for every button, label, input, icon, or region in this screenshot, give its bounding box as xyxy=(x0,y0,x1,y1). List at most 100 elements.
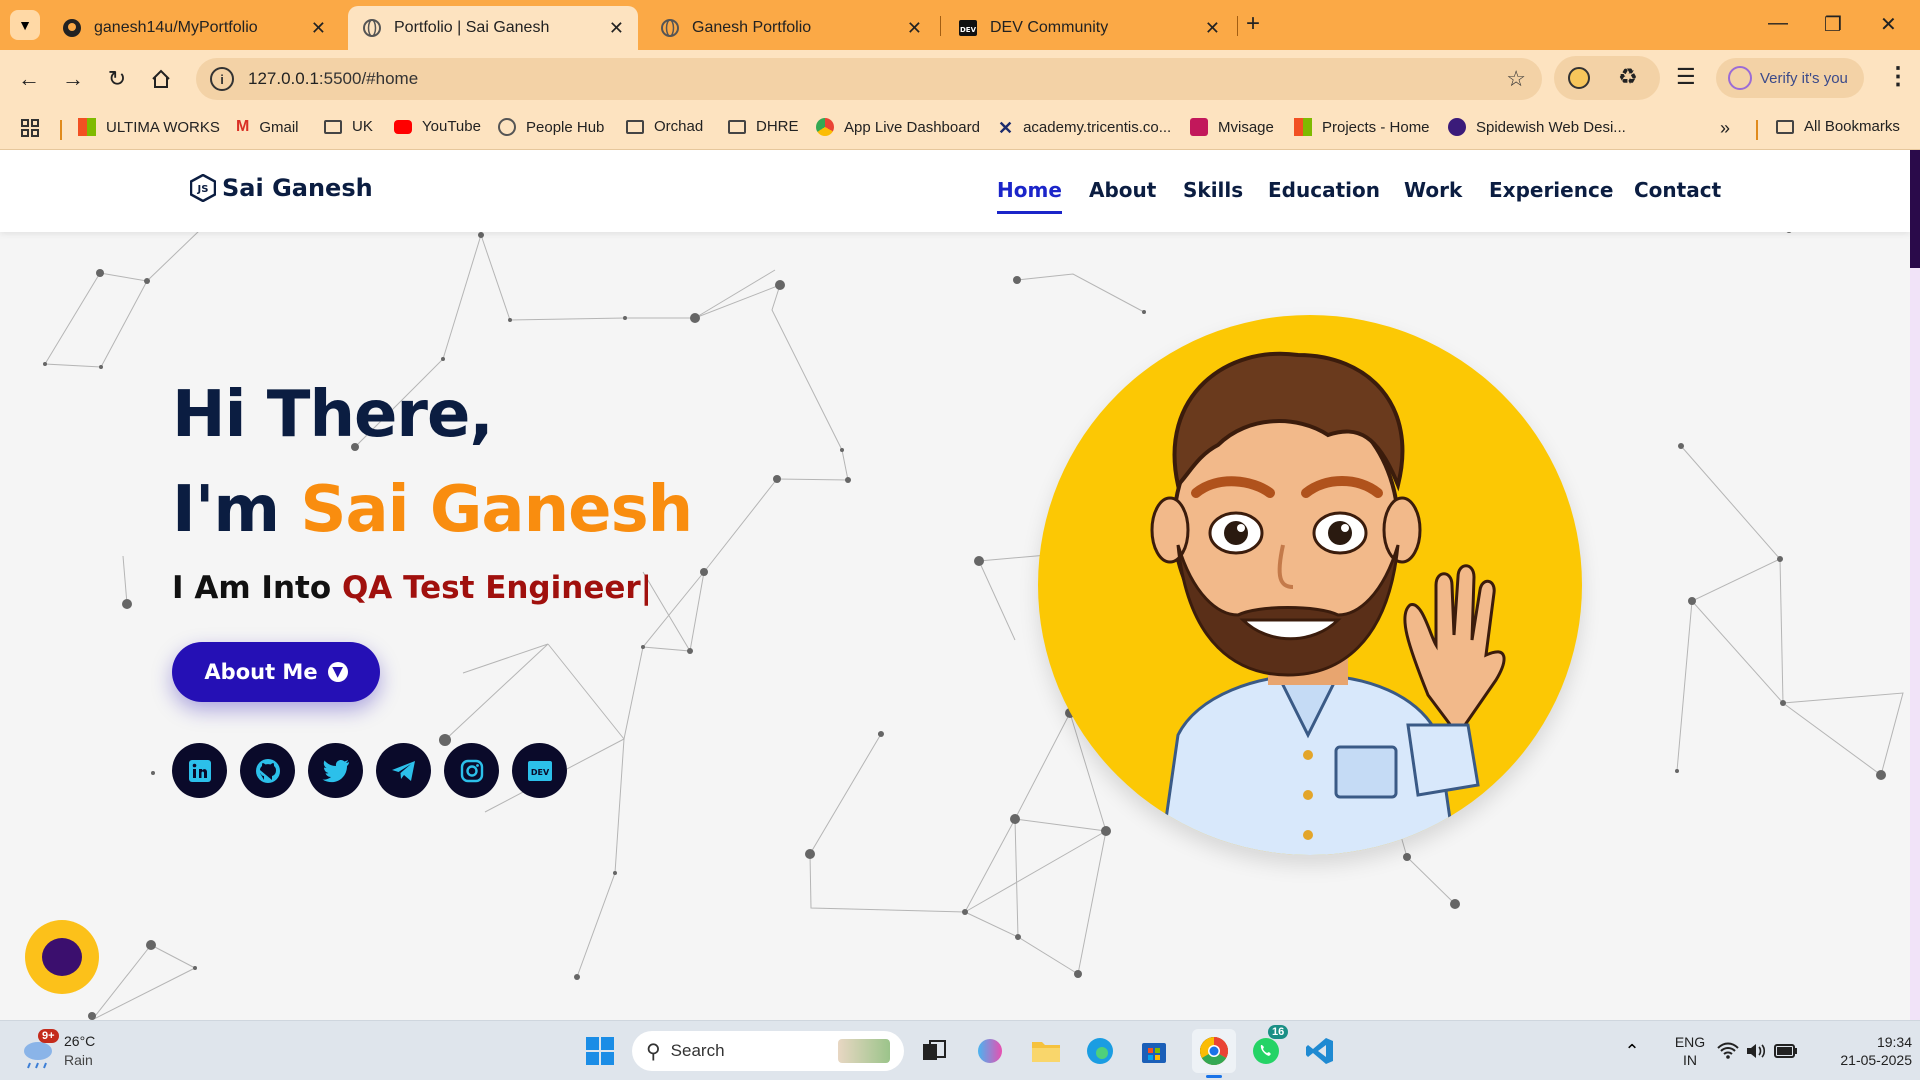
scrollbar-thumb[interactable] xyxy=(1910,150,1920,268)
new-tab-button[interactable]: + xyxy=(1246,10,1260,38)
chrome-icon xyxy=(816,118,834,136)
globe-icon xyxy=(660,18,680,38)
home-icon[interactable] xyxy=(146,64,176,94)
nav-about[interactable]: About xyxy=(1089,178,1156,202)
tab-search-button[interactable]: ▼ xyxy=(10,10,40,40)
chrome-taskbar-icon[interactable] xyxy=(1192,1029,1236,1073)
chevron-down-icon: ▼ xyxy=(18,17,32,33)
site-logo[interactable]: JS Sai Ganesh xyxy=(190,174,373,202)
about-me-button[interactable]: About Me ▼ xyxy=(172,642,380,702)
tab-dev-community[interactable]: DEV DEV Community ✕ xyxy=(944,6,1234,50)
mvisage-icon xyxy=(1190,118,1208,136)
page-scrollbar[interactable] xyxy=(1910,150,1920,1020)
battery-icon[interactable] xyxy=(1770,1035,1802,1067)
bookmark-star-icon[interactable]: ☆ xyxy=(1506,66,1526,92)
weather-widget[interactable]: 9+ 26°C Rain xyxy=(20,1029,130,1073)
svg-text:DEV: DEV xyxy=(960,26,977,34)
start-icon[interactable] xyxy=(584,1035,616,1067)
forward-icon[interactable]: → xyxy=(58,64,88,94)
apps-icon[interactable] xyxy=(20,118,40,138)
github-button[interactable] xyxy=(240,743,295,798)
typed-role: QA Test Engineer| xyxy=(341,570,652,606)
all-bookmarks[interactable]: All Bookmarks xyxy=(1776,118,1900,135)
restore-icon[interactable]: ❐ xyxy=(1824,12,1842,37)
bookmark-mvisage[interactable]: Mvisage xyxy=(1190,118,1274,136)
tab-title: DEV Community xyxy=(990,19,1109,36)
telegram-button[interactable] xyxy=(376,743,431,798)
volume-icon[interactable] xyxy=(1740,1035,1772,1067)
tab-title: Portfolio | Sai Ganesh xyxy=(394,19,550,36)
bookmark-projects-home[interactable]: Projects - Home xyxy=(1294,118,1430,136)
bookmark-dhre[interactable]: DHRE xyxy=(728,118,799,135)
more-bookmarks-icon[interactable]: » xyxy=(1720,118,1730,139)
tab-title: Ganesh Portfolio xyxy=(692,19,812,36)
bookmark-label: academy.tricentis.co... xyxy=(1023,118,1172,136)
bookmark-label: DHRE xyxy=(756,118,799,135)
youtube-icon xyxy=(394,119,412,134)
site-info-icon[interactable]: i xyxy=(210,67,234,91)
weather-desc: Rain xyxy=(64,1052,93,1068)
bookmark-gmail[interactable]: M Gmail xyxy=(236,118,299,136)
clock-time: 19:34 xyxy=(1876,1034,1912,1050)
vscode-icon[interactable] xyxy=(1304,1035,1336,1067)
nav-experience[interactable]: Experience xyxy=(1489,178,1613,202)
tab-title: ganesh14u/MyPortfolio xyxy=(94,19,258,36)
copilot-icon[interactable] xyxy=(974,1035,1006,1067)
bookmark-uk[interactable]: UK xyxy=(324,118,373,135)
close-icon[interactable]: ✕ xyxy=(609,18,624,39)
nav-contact[interactable]: Contact xyxy=(1634,178,1721,202)
close-icon[interactable]: ✕ xyxy=(1205,18,1220,39)
file-explorer-icon[interactable] xyxy=(1030,1035,1062,1067)
extensions-group: ♻ xyxy=(1554,56,1660,100)
close-icon[interactable]: ✕ xyxy=(907,18,922,39)
minimize-icon[interactable]: — xyxy=(1768,12,1788,35)
twitter-button[interactable] xyxy=(308,743,363,798)
language-indicator[interactable]: ENG IN xyxy=(1668,1033,1712,1069)
whatsapp-icon[interactable]: 16 xyxy=(1250,1025,1289,1067)
microsoft-store-icon[interactable] xyxy=(1138,1035,1170,1067)
chat-widget-button[interactable] xyxy=(25,920,99,994)
bookmark-separator xyxy=(1756,120,1758,140)
role-prefix: I Am Into xyxy=(172,570,342,606)
more-menu-icon[interactable]: ⋮ xyxy=(1886,62,1910,91)
task-view-icon[interactable] xyxy=(918,1035,950,1067)
back-icon[interactable]: ← xyxy=(14,64,44,94)
tab-ganesh-portfolio[interactable]: Ganesh Portfolio ✕ xyxy=(646,6,936,50)
gmail-icon: M xyxy=(236,118,250,135)
instagram-button[interactable] xyxy=(444,743,499,798)
clock[interactable]: 19:34 21-05-2025 xyxy=(1812,1033,1912,1069)
address-bar[interactable]: i 127.0.0.1:5500/#home ☆ xyxy=(196,58,1542,100)
bookmark-people-hub[interactable]: People Hub xyxy=(498,118,604,136)
nav-education[interactable]: Education xyxy=(1268,178,1380,202)
nav-home[interactable]: Home xyxy=(997,178,1062,214)
url-text[interactable]: 127.0.0.1:5500/#home xyxy=(248,69,418,89)
reload-icon[interactable]: ↻ xyxy=(102,64,132,94)
close-icon[interactable]: ✕ xyxy=(311,18,326,39)
profile-button[interactable]: Verify it's you xyxy=(1716,58,1864,98)
media-control-icon[interactable]: ☰ xyxy=(1676,64,1696,90)
edge-icon[interactable] xyxy=(1084,1035,1116,1067)
hero-intro: I'm Sai Ganesh xyxy=(172,473,693,547)
chevron-up-icon[interactable]: ⌃ xyxy=(1616,1035,1648,1067)
extension-icon[interactable] xyxy=(1568,67,1590,89)
close-window-icon[interactable]: ✕ xyxy=(1880,12,1897,37)
linkedin-button[interactable] xyxy=(172,743,227,798)
bookmark-spidewish[interactable]: Spidewish Web Desi... xyxy=(1448,118,1626,136)
hero-greeting: Hi There, xyxy=(172,378,494,452)
logo-text: Sai Ganesh xyxy=(222,174,373,202)
dev-button[interactable]: DEV xyxy=(512,743,567,798)
puzzle-icon[interactable]: ♻ xyxy=(1618,64,1638,90)
cartoon-avatar-illustration xyxy=(1150,351,1506,855)
taskbar-search[interactable]: ⚲ Search xyxy=(632,1031,904,1071)
instagram-icon xyxy=(460,759,483,782)
bookmark-youtube[interactable]: YouTube xyxy=(394,118,481,135)
bookmark-tricentis[interactable]: ✕ academy.tricentis.co... xyxy=(998,118,1172,138)
bookmark-ultima-works[interactable]: ULTIMA WORKS xyxy=(78,118,220,136)
tab-github[interactable]: ganesh14u/MyPortfolio ✕ xyxy=(48,6,340,50)
github-icon xyxy=(255,758,280,783)
bookmark-orchad[interactable]: Orchad xyxy=(626,118,703,135)
bookmark-app-live-dashboard[interactable]: App Live Dashboard xyxy=(816,118,980,136)
nav-work[interactable]: Work xyxy=(1404,178,1462,202)
tab-portfolio-active[interactable]: Portfolio | Sai Ganesh ✕ xyxy=(348,6,638,50)
nav-skills[interactable]: Skills xyxy=(1183,178,1243,202)
